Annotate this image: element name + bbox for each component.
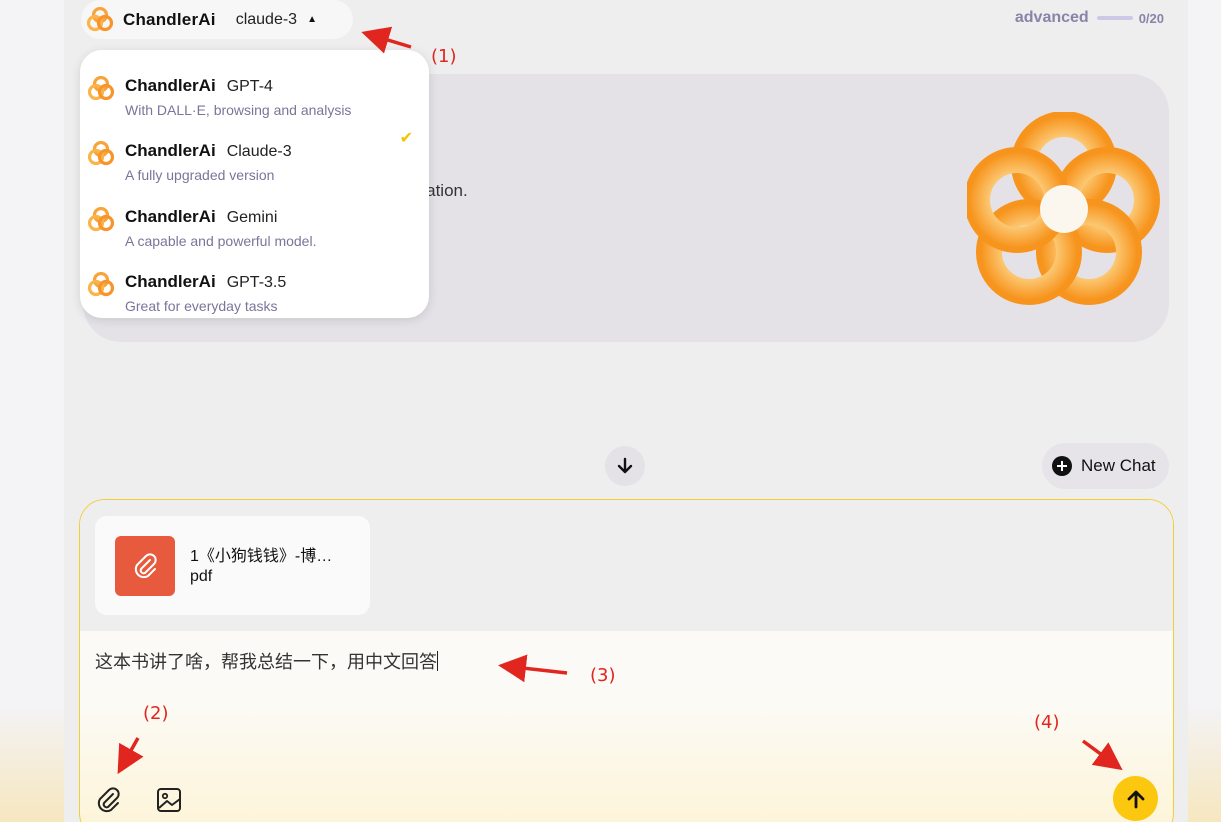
chandlerai-logo-icon: [88, 207, 114, 232]
model-option-gpt-4[interactable]: ChandlerAi GPT-4 With DALL·E, browsing a…: [80, 62, 429, 124]
annotation-label-1: (1): [431, 46, 457, 67]
option-brand: ChandlerAi: [125, 141, 216, 160]
chandlerai-large-logo-icon: [967, 112, 1160, 305]
option-description: With DALL·E, browsing and analysis: [125, 102, 352, 118]
option-brand: ChandlerAi: [125, 272, 216, 291]
paperclip-icon[interactable]: [94, 786, 122, 814]
annotation-label-4: (4): [1034, 712, 1060, 733]
option-model: Claude-3: [226, 143, 292, 160]
arrow-down-icon: [617, 457, 633, 474]
file-icon-tile: [115, 536, 175, 596]
annotation-label-3: (3): [590, 665, 616, 686]
brand-name: ChandlerAi: [123, 9, 216, 29]
option-description: Great for everyday tasks: [125, 298, 278, 314]
usage-label: advanced: [1014, 9, 1089, 26]
usage-count: 0/20: [1138, 10, 1164, 26]
chandlerai-logo-icon: [88, 141, 114, 166]
scroll-to-bottom-button[interactable]: [605, 446, 645, 486]
new-chat-button[interactable]: New Chat: [1042, 443, 1169, 489]
chandlerai-logo-icon: [88, 272, 114, 297]
model-option-claude-3[interactable]: ChandlerAi Claude-3 A fully upgraded ver…: [80, 127, 429, 189]
selected-check-icon: ✔: [399, 130, 413, 147]
model-option-gpt-3-5[interactable]: ChandlerAi GPT-3.5 Great for everyday ta…: [80, 258, 429, 320]
option-model: Gemini: [226, 209, 278, 226]
model-dropdown-menu: ChandlerAi GPT-4 With DALL·E, browsing a…: [80, 50, 429, 318]
usage-indicator: advanced 0/20: [1015, 9, 1164, 27]
chandlerai-logo-icon: [88, 76, 114, 101]
chandlerai-logo-icon: [87, 6, 113, 31]
option-model: GPT-4: [226, 78, 273, 95]
option-brand: ChandlerAi: [125, 76, 216, 95]
text-cursor: [437, 651, 438, 671]
usage-progress-bar: [1096, 16, 1133, 20]
plus-circle-icon: [1052, 456, 1072, 476]
option-model: GPT-3.5: [226, 274, 287, 291]
attached-file-card[interactable]: 1《小狗钱钱》-博… pdf: [95, 516, 370, 615]
paperclip-icon: [134, 553, 157, 579]
message-input-value: 这本书讲了啥，帮我总结一下，用中文回答: [95, 652, 437, 672]
message-composer: 1《小狗钱钱》-博… pdf 这本书讲了啥，帮我总结一下，用中文回答: [79, 499, 1174, 822]
file-name: 1《小狗钱钱》-博…: [190, 548, 333, 565]
option-description: A capable and powerful model.: [125, 233, 317, 249]
new-chat-label: New Chat: [1081, 456, 1156, 475]
attachment-area: 1《小狗钱钱》-博… pdf: [80, 500, 1173, 631]
model-switcher[interactable]: ChandlerAi claude-3 ▲: [81, 0, 353, 39]
image-icon[interactable]: [155, 786, 183, 814]
message-input[interactable]: 这本书讲了啥，帮我总结一下，用中文回答: [95, 648, 438, 674]
current-model-label: claude-3: [235, 10, 298, 28]
option-description: A fully upgraded version: [125, 167, 275, 183]
model-option-gemini[interactable]: ChandlerAi Gemini A capable and powerful…: [80, 193, 429, 255]
annotation-label-2: (2): [143, 703, 169, 724]
arrow-up-icon: [1127, 790, 1144, 808]
send-button[interactable]: [1113, 776, 1158, 821]
file-type: pdf: [190, 568, 213, 585]
option-brand: ChandlerAi: [125, 207, 216, 226]
caret-up-icon: ▲: [307, 14, 317, 25]
